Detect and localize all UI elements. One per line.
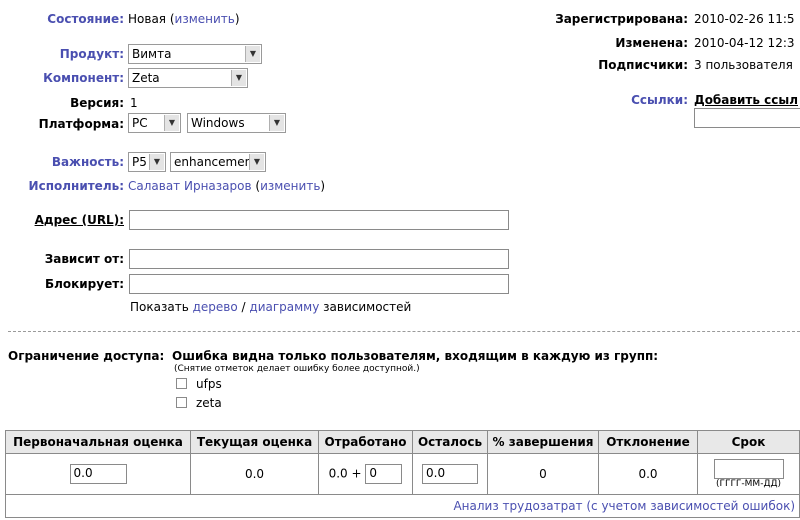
- priority-select[interactable]: P5 ▼: [128, 152, 166, 172]
- header-deadline: Срок: [697, 430, 800, 454]
- remaining-input[interactable]: 0.0: [422, 464, 478, 484]
- deadline-input[interactable]: [713, 459, 784, 479]
- worked-value: 0.0: [328, 466, 348, 481]
- deps-tree-link[interactable]: дерево: [193, 300, 238, 314]
- chevron-down-icon: ▼: [164, 115, 179, 131]
- worked-add-input[interactable]: 0: [365, 464, 403, 484]
- links-input[interactable]: [694, 108, 800, 128]
- hardware-select-value: PC: [132, 116, 148, 130]
- url-input[interactable]: [129, 210, 509, 230]
- effort-analysis-link[interactable]: Анализ трудозатрат (с учетом зависимосте…: [453, 499, 795, 513]
- access-label: Ограничение доступа:: [8, 349, 165, 363]
- cell-completion: 0: [487, 453, 599, 495]
- product-select-value: Вимта: [132, 47, 172, 61]
- os-select[interactable]: Windows ▼: [187, 113, 286, 133]
- table-header-row: Первоначальная оценка Текущая оценка Отр…: [5, 430, 800, 454]
- depends-on-label: Зависит от:: [44, 252, 124, 266]
- header-remaining: Осталось: [412, 430, 488, 454]
- depends-on-input[interactable]: [129, 249, 509, 269]
- chevron-down-icon: ▼: [231, 70, 246, 86]
- version-value: 1: [130, 96, 138, 110]
- cell-original-estimate: 0.0: [5, 453, 191, 495]
- cell-current-estimate: 0.0: [190, 453, 319, 495]
- header-worked: Отработано: [318, 430, 413, 454]
- group-checkbox-ufps[interactable]: [176, 378, 187, 389]
- section-divider: [8, 331, 800, 332]
- assignee-row: Салават Ирназаров (изменить): [128, 179, 326, 193]
- product-select[interactable]: Вимта ▼: [128, 44, 262, 64]
- status-change-link[interactable]: изменить: [175, 12, 235, 26]
- os-select-value: Windows: [191, 116, 245, 130]
- cell-deviation: 0.0: [598, 453, 698, 495]
- header-original-estimate: Первоначальная оценка: [5, 430, 191, 454]
- registered-value: 2010-02-26 11:5: [694, 12, 795, 26]
- show-deps-row: Показать дерево / диаграмму зависимостей: [130, 300, 412, 314]
- cell-deadline: (ГГГГ-ММ-ДД): [697, 453, 800, 495]
- component-label: Компонент:: [43, 71, 124, 85]
- cell-worked: 0.0 + 0: [318, 453, 413, 495]
- status-label: Состояние:: [47, 12, 124, 26]
- cell-remaining: 0.0: [412, 453, 488, 495]
- chevron-down-icon: ▼: [149, 154, 164, 170]
- blocks-input[interactable]: [129, 274, 509, 294]
- version-label: Версия:: [70, 96, 124, 110]
- product-label: Продукт:: [59, 47, 124, 61]
- chevron-down-icon: ▼: [269, 115, 284, 131]
- assignee-name-link[interactable]: Салават Ирназаров: [128, 179, 252, 193]
- importance-label: Важность:: [51, 155, 124, 169]
- changed-value: 2010-04-12 12:3: [694, 36, 795, 50]
- subscribers-label: Подписчики:: [598, 58, 688, 72]
- access-text: Ошибка видна только пользователям, входя…: [172, 349, 659, 363]
- header-completion: % завершения: [487, 430, 599, 454]
- add-link-button[interactable]: Добавить ссыл: [694, 93, 798, 107]
- original-estimate-input[interactable]: 0.0: [69, 464, 127, 484]
- status-value: Новая: [128, 12, 167, 26]
- group-label-ufps: ufps: [196, 377, 222, 391]
- blocks-label: Блокирует:: [44, 277, 124, 291]
- status-row: Новая (изменить): [128, 12, 240, 26]
- subscribers-value: 3 пользователя: [694, 58, 793, 72]
- deps-graph-link[interactable]: диаграмму: [249, 300, 319, 314]
- assignee-label: Исполнитель:: [28, 179, 124, 193]
- hardware-select[interactable]: PC ▼: [128, 113, 181, 133]
- changed-label: Изменена:: [615, 36, 688, 50]
- header-deviation: Отклонение: [598, 430, 698, 454]
- registered-label: Зарегистрирована:: [555, 12, 688, 26]
- severity-select[interactable]: enhancement ▼: [170, 152, 266, 172]
- links-label: Ссылки:: [631, 93, 688, 107]
- group-checkbox-zeta[interactable]: [176, 397, 187, 408]
- component-select[interactable]: Zeta ▼: [128, 68, 248, 88]
- group-label-zeta: zeta: [196, 396, 222, 410]
- access-note: (Снятие отметок делает ошибку более дост…: [174, 364, 420, 374]
- time-tracking-table: Первоначальная оценка Текущая оценка Отр…: [5, 430, 800, 518]
- table-footer-row: Анализ трудозатрат (с учетом зависимосте…: [5, 494, 800, 518]
- url-label[interactable]: Адрес (URL):: [35, 213, 124, 227]
- platform-label: Платформа:: [38, 117, 124, 131]
- table-row: 0.0 0.0 0.0 + 0 0.0 0 0.0 (ГГГГ-ММ-ДД): [5, 453, 800, 495]
- header-current-estimate: Текущая оценка: [190, 430, 319, 454]
- cell-footer: Анализ трудозатрат (с учетом зависимосте…: [5, 494, 800, 518]
- deadline-hint: (ГГГГ-ММ-ДД): [715, 479, 782, 489]
- priority-select-value: P5: [132, 155, 147, 169]
- assignee-change-link[interactable]: изменить: [260, 179, 320, 193]
- severity-select-value: enhancement: [174, 155, 257, 169]
- component-select-value: Zeta: [132, 71, 160, 85]
- chevron-down-icon: ▼: [245, 46, 260, 62]
- chevron-down-icon: ▼: [249, 154, 264, 170]
